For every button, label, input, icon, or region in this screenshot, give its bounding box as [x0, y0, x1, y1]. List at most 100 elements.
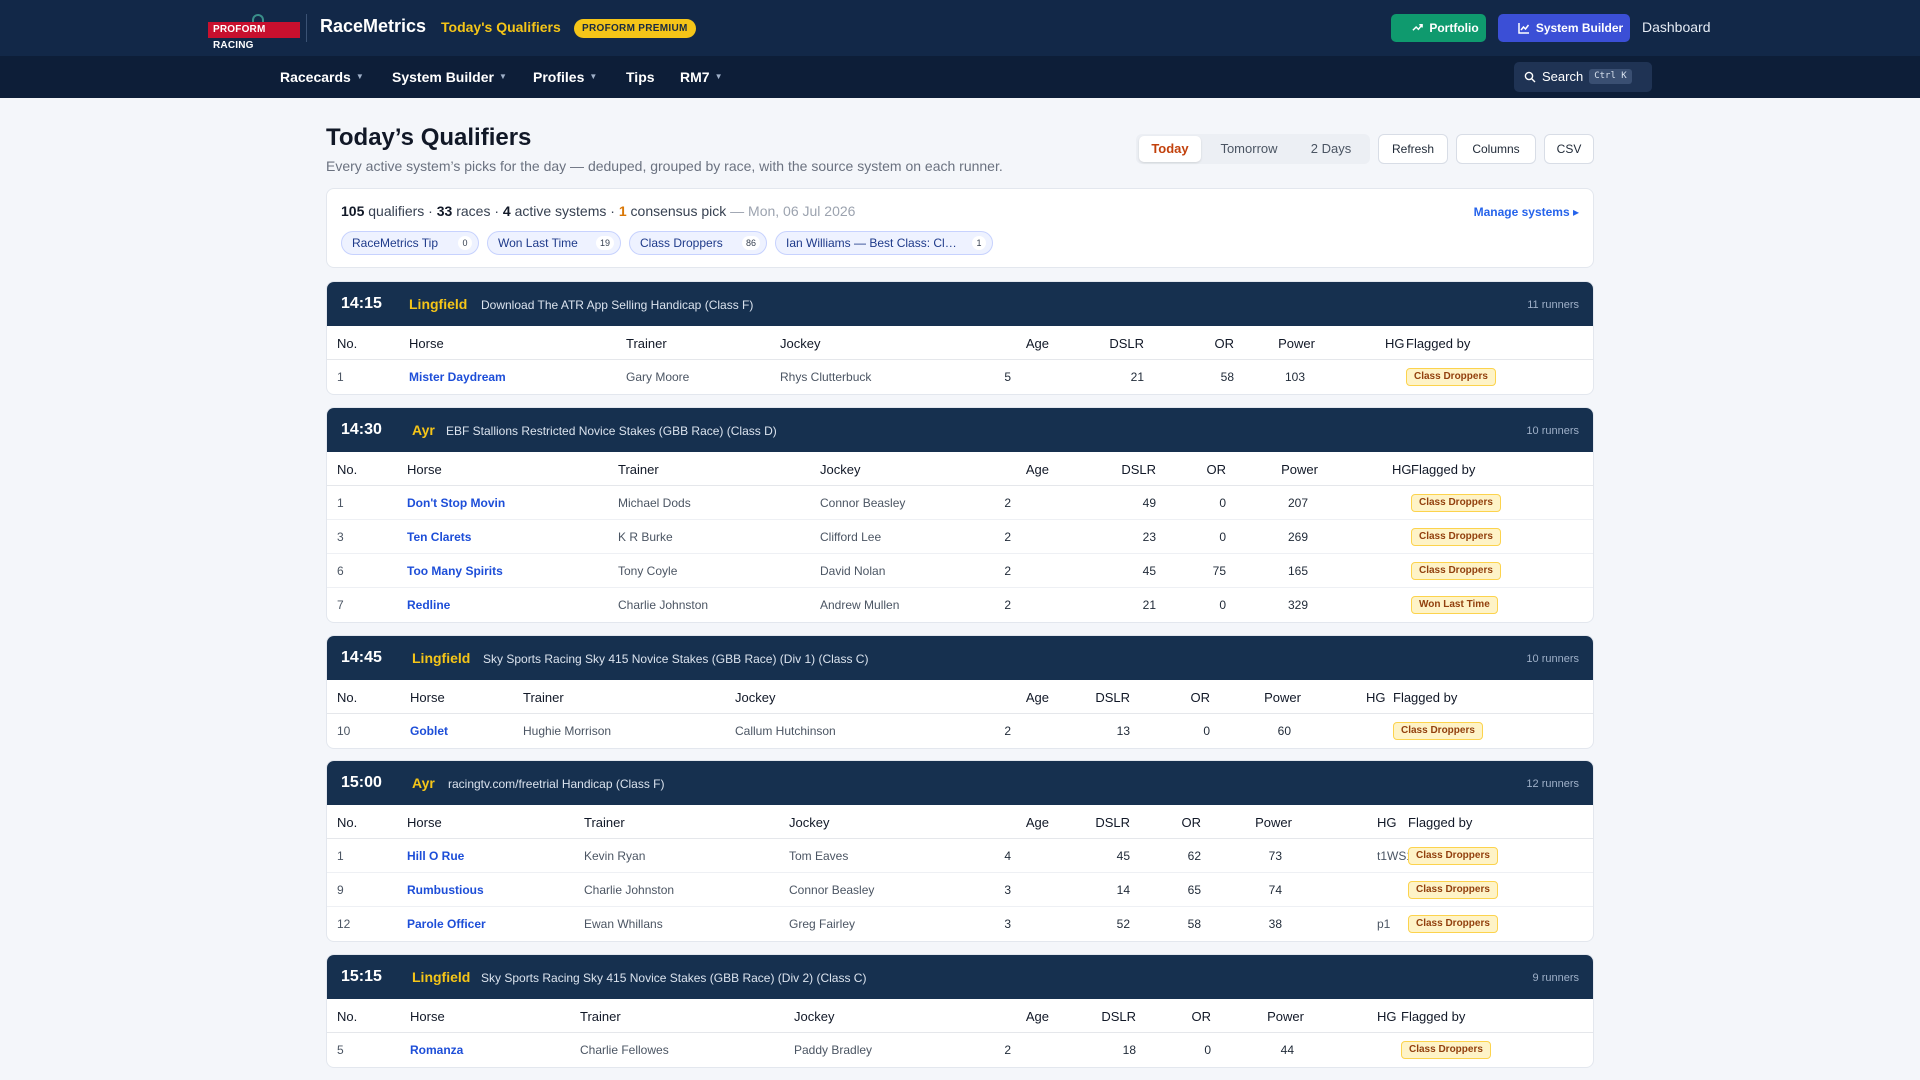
system-builder-button[interactable]: System Builder — [1498, 14, 1630, 42]
horse-link[interactable]: Too Many Spirits — [407, 564, 503, 578]
column-header-flagged-by[interactable]: Flagged by — [1411, 462, 1475, 477]
brand-name[interactable]: RaceMetrics — [320, 16, 426, 37]
horse-link[interactable]: Romanza — [410, 1043, 463, 1057]
system-chip[interactable]: Won Last Time 19 — [487, 231, 621, 255]
column-header-flagged-by[interactable]: Flagged by — [1393, 690, 1457, 705]
column-header-or[interactable]: OR — [1176, 462, 1227, 477]
horse-link[interactable]: Parole Officer — [407, 917, 486, 931]
column-header-horse[interactable]: Horse — [407, 462, 442, 477]
column-header-horse[interactable]: Horse — [410, 690, 445, 705]
column-header-no[interactable]: No. — [337, 815, 357, 830]
nav-racecards[interactable]: Racecards ▼ — [280, 69, 364, 85]
table-row[interactable]: 6 Too Many Spirits Tony Coyle David Nolan 2 4… — [327, 554, 1593, 588]
system-chip[interactable]: Class Droppers 86 — [629, 231, 767, 255]
race-course[interactable]: Ayr — [412, 422, 435, 438]
column-header-age[interactable]: Age — [999, 815, 1049, 830]
column-header-horse[interactable]: Horse — [407, 815, 442, 830]
table-row[interactable]: 10 Goblet Hughie Morrison Callum Hutchinson… — [327, 714, 1593, 748]
column-header-flagged-by[interactable]: Flagged by — [1408, 815, 1472, 830]
column-header-trainer[interactable]: Trainer — [584, 815, 625, 830]
column-header-trainer[interactable]: Trainer — [580, 1009, 621, 1024]
horse-link[interactable]: Rumbustious — [407, 883, 484, 897]
table-row[interactable]: 9 Rumbustious Charlie Johnston Connor Beasl… — [327, 873, 1593, 907]
column-header-no[interactable]: No. — [337, 336, 357, 351]
race-header[interactable]: 15:15 Lingfield Sky Sports Racing Sky 415 … — [327, 955, 1593, 999]
column-header-dslr[interactable]: DSLR — [1096, 462, 1156, 477]
columns-button[interactable]: Columns — [1456, 134, 1536, 164]
column-header-no[interactable]: No. — [337, 462, 357, 477]
search-button[interactable]: Search Ctrl K — [1514, 62, 1652, 92]
column-header-dslr[interactable]: DSLR — [1084, 336, 1144, 351]
column-header-hg[interactable]: HG — [1366, 690, 1386, 705]
column-header-dslr[interactable]: DSLR — [1076, 1009, 1136, 1024]
manage-systems-link[interactable]: Manage systems ▸ — [1474, 205, 1579, 219]
column-header-hg[interactable]: HG — [1392, 462, 1412, 477]
race-course[interactable]: Lingfield — [409, 296, 467, 312]
table-row[interactable]: 3 Ten Clarets K R Burke Clifford Lee 2 23 0 269… — [327, 520, 1593, 554]
table-row[interactable]: 1 Don't Stop Movin Michael Dods Connor Beas… — [327, 486, 1593, 520]
race-header[interactable]: 14:30 Ayr EBF Stallions Restricted Novice … — [327, 408, 1593, 452]
dashboard-link[interactable]: Dashboard — [1642, 19, 1711, 35]
nav-tips[interactable]: Tips — [626, 69, 655, 85]
column-header-jockey[interactable]: Jockey — [735, 690, 775, 705]
column-header-hg[interactable]: HG — [1377, 1009, 1397, 1024]
column-header-trainer[interactable]: Trainer — [626, 336, 667, 351]
race-header[interactable]: 14:15 Lingfield Download The ATR App Selli… — [327, 282, 1593, 326]
refresh-button[interactable]: Refresh — [1378, 134, 1448, 164]
portfolio-button[interactable]: Portfolio — [1391, 14, 1486, 42]
column-header-power[interactable]: Power — [1255, 336, 1315, 351]
column-header-jockey[interactable]: Jockey — [789, 815, 829, 830]
race-course[interactable]: Lingfield — [412, 969, 470, 985]
column-header-or[interactable]: OR — [1161, 1009, 1212, 1024]
horse-link[interactable]: Goblet — [410, 724, 448, 738]
table-row[interactable]: 5 Romanza Charlie Fellowes Paddy Bradley 2 18… — [327, 1033, 1593, 1067]
column-header-trainer[interactable]: Trainer — [618, 462, 659, 477]
csv-button[interactable]: CSV — [1544, 134, 1594, 164]
day-option-tomorrow[interactable]: Tomorrow — [1206, 136, 1292, 162]
column-header-horse[interactable]: Horse — [410, 1009, 445, 1024]
table-row[interactable]: 7 Redline Charlie Johnston Andrew Mullen 2 21… — [327, 588, 1593, 622]
proform-racing-logo[interactable]: PROFORM RACING — [208, 14, 300, 51]
column-header-trainer[interactable]: Trainer — [523, 690, 564, 705]
race-course[interactable]: Ayr — [412, 775, 435, 791]
column-header-dslr[interactable]: DSLR — [1070, 815, 1130, 830]
column-header-hg[interactable]: HG — [1377, 815, 1397, 830]
column-header-age[interactable]: Age — [999, 1009, 1049, 1024]
column-header-no[interactable]: No. — [337, 1009, 357, 1024]
column-header-power[interactable]: Power — [1258, 462, 1318, 477]
column-header-or[interactable]: OR — [1151, 815, 1202, 830]
horse-link[interactable]: Hill O Rue — [407, 849, 464, 863]
column-header-age[interactable]: Age — [999, 690, 1049, 705]
column-header-dslr[interactable]: DSLR — [1070, 690, 1130, 705]
column-header-power[interactable]: Power — [1241, 690, 1301, 705]
column-header-jockey[interactable]: Jockey — [780, 336, 820, 351]
nav-profiles[interactable]: Profiles ▼ — [533, 69, 597, 85]
day-option-today[interactable]: Today — [1139, 136, 1201, 162]
nav-system-builder[interactable]: System Builder ▼ — [392, 69, 507, 85]
horse-link[interactable]: Mister Daydream — [409, 370, 506, 384]
column-header-jockey[interactable]: Jockey — [820, 462, 860, 477]
column-header-jockey[interactable]: Jockey — [794, 1009, 834, 1024]
system-chip[interactable]: Ian Williams — Best Class: Cl… 1 — [775, 231, 993, 255]
column-header-power[interactable]: Power — [1244, 1009, 1304, 1024]
column-header-no[interactable]: No. — [337, 690, 357, 705]
column-header-horse[interactable]: Horse — [409, 336, 444, 351]
column-header-age[interactable]: Age — [999, 462, 1049, 477]
horse-link[interactable]: Ten Clarets — [407, 530, 471, 544]
column-header-or[interactable]: OR — [1160, 690, 1211, 705]
race-header[interactable]: 15:00 Ayr racingtv.com/freetrial Handicap … — [327, 761, 1593, 805]
column-header-age[interactable]: Age — [999, 336, 1049, 351]
system-chip[interactable]: RaceMetrics Tip 0 — [341, 231, 479, 255]
horse-link[interactable]: Redline — [407, 598, 450, 612]
horse-link[interactable]: Don't Stop Movin — [407, 496, 505, 510]
race-course[interactable]: Lingfield — [412, 650, 470, 666]
day-option-2-days[interactable]: 2 Days — [1296, 136, 1366, 162]
table-row[interactable]: 1 Hill O Rue Kevin Ryan Tom Eaves 4 45 62 73 t1W… — [327, 839, 1593, 873]
race-header[interactable]: 14:45 Lingfield Sky Sports Racing Sky 415 … — [327, 636, 1593, 680]
table-row[interactable]: 12 Parole Officer Ewan Whillans Greg Fairle… — [327, 907, 1593, 941]
column-header-flagged-by[interactable]: Flagged by — [1401, 1009, 1465, 1024]
column-header-or[interactable]: OR — [1184, 336, 1235, 351]
column-header-power[interactable]: Power — [1232, 815, 1292, 830]
nav-rm7[interactable]: RM7 ▼ — [680, 69, 722, 85]
table-row[interactable]: 1 Mister Daydream Gary Moore Rhys Clutterbu… — [327, 360, 1593, 394]
